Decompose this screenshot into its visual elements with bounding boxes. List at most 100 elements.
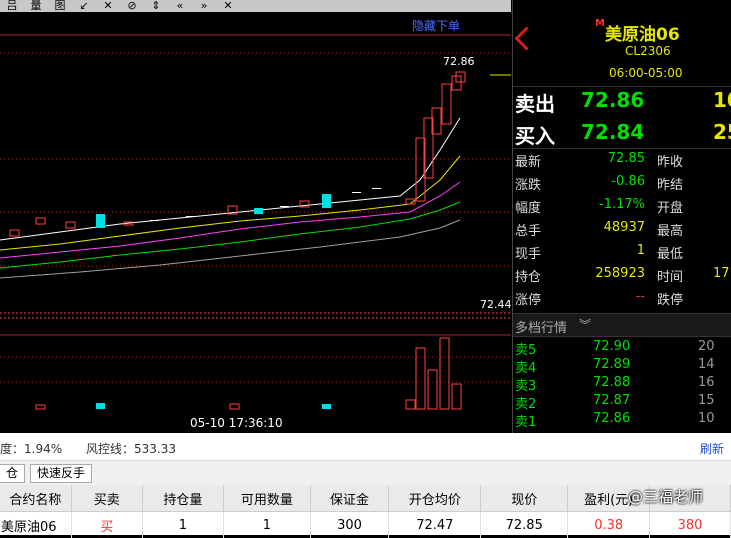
volume-bar: [428, 370, 437, 409]
depth-qty: 15: [698, 393, 715, 408]
toolbar-item[interactable]: 量: [24, 0, 48, 12]
depth-qty: 10: [698, 411, 715, 426]
toolbar-item[interactable]: 图: [48, 0, 72, 12]
cell-avg: 72.47: [389, 512, 481, 538]
candle: [254, 208, 263, 214]
volume-bar: [452, 384, 461, 409]
volume-time-label: 05-10 17:36:10: [190, 416, 283, 430]
toolbar-item[interactable]: 吕: [0, 0, 24, 12]
column-header[interactable]: 买卖: [71, 485, 142, 512]
stat-label: 总手: [515, 220, 541, 239]
risk-degree: 度：1.94%: [0, 440, 62, 457]
cell-pnl: 0.38: [568, 512, 650, 538]
toolbar-item[interactable]: «: [168, 0, 192, 12]
back-arrow-icon[interactable]: [514, 26, 538, 50]
depth-label: 卖4: [515, 357, 536, 376]
depth-label: 卖5: [515, 339, 536, 358]
cell-name: 美原油06: [0, 512, 71, 538]
toolbar-item[interactable]: ⇕: [144, 0, 168, 12]
depth-qty: 14: [698, 357, 715, 372]
stat-label: 昨结: [657, 174, 683, 193]
ma-line-yellow: [0, 156, 460, 250]
stat-value: 258923: [583, 266, 645, 281]
ma-line-magenta: [0, 182, 460, 258]
toolbar-item[interactable]: ✕: [216, 0, 240, 12]
depth-label: 卖3: [515, 375, 536, 394]
toolbar-item[interactable]: »: [192, 0, 216, 12]
candle: [442, 84, 451, 124]
expand-chevron-icon[interactable]: ︾: [579, 316, 591, 333]
close-position-button[interactable]: 仓: [0, 464, 25, 483]
column-header[interactable]: 保证金: [310, 485, 389, 512]
table-row[interactable]: 美原油06 买 1 1 300 72.47 72.85 0.38 380: [0, 512, 731, 538]
action-bar: 仓 快速反手: [0, 460, 731, 486]
candle: [10, 230, 19, 236]
depth-label: 卖2: [515, 393, 536, 412]
candle: [96, 214, 105, 228]
buy-label: 买入: [515, 120, 555, 149]
toolbar-item[interactable]: ⊘: [120, 0, 144, 12]
kline-svg: [0, 0, 511, 433]
volume-bar: [36, 405, 45, 409]
stat-extra: 17: [713, 266, 730, 281]
candle: [186, 216, 195, 217]
stat-label: 涨停: [515, 289, 541, 308]
position-panel: 度：1.94% 风控线：533.33 刷新 仓 快速反手 合约名称 买卖 持仓量…: [0, 433, 731, 535]
risk-line: 风控线：533.33: [86, 440, 176, 457]
toolbar-item[interactable]: ↙: [72, 0, 96, 12]
stat-value: 1: [583, 243, 645, 258]
stat-label: 涨跌: [515, 174, 541, 193]
kline-chart[interactable]: 吕量图↙✕⊘⇕«»✕ 隐藏下单 72.86 72.44 05-10 17:36:…: [0, 0, 511, 433]
candle: [36, 218, 45, 224]
column-header[interactable]: 可用数量: [224, 485, 310, 512]
toolbar-item[interactable]: ✕: [96, 0, 120, 12]
sell-qty: 10: [713, 88, 731, 112]
sell-price[interactable]: 72.86: [581, 88, 644, 112]
stat-value: -1.17%: [583, 197, 645, 212]
depth-header[interactable]: 多档行情 ︾: [513, 313, 731, 337]
stat-label: 时间: [657, 266, 683, 285]
cell-margin: 300: [310, 512, 389, 538]
refresh-link[interactable]: 刷新: [700, 440, 724, 457]
contract-name: 美原油06: [605, 20, 680, 45]
buy-price[interactable]: 72.84: [581, 120, 644, 144]
stat-label: 昨收: [657, 151, 683, 170]
low-price-label: 72.44: [480, 298, 512, 311]
candle: [372, 188, 381, 189]
stat-label: 幅度: [515, 197, 541, 216]
depth-price[interactable]: 72.89: [593, 357, 630, 372]
candle: [352, 192, 361, 193]
depth-price[interactable]: 72.90: [593, 339, 630, 354]
depth-qty: 16: [698, 375, 715, 390]
buy-qty: 25: [713, 120, 731, 144]
column-header[interactable]: 合约名称: [0, 485, 71, 512]
depth-qty: 20: [698, 339, 715, 354]
stat-value: --: [583, 289, 645, 304]
volume-bar: [230, 404, 239, 409]
column-header[interactable]: 开仓均价: [389, 485, 481, 512]
quote-panel: M 美原油06 CL2306 06:00-05:00 卖出 72.86 10 买…: [512, 0, 731, 433]
stat-label: 开盘: [657, 197, 683, 216]
sell-label: 卖出: [515, 88, 555, 117]
contract-code: CL2306: [625, 44, 671, 58]
hide-order-link[interactable]: 隐藏下单: [412, 17, 460, 34]
stat-label: 现手: [515, 243, 541, 262]
quick-reverse-button[interactable]: 快速反手: [30, 464, 92, 483]
depth-price[interactable]: 72.86: [593, 411, 630, 426]
column-header[interactable]: 持仓量: [142, 485, 224, 512]
stat-value: 72.85: [583, 151, 645, 166]
positions-table: 合约名称 买卖 持仓量 可用数量 保证金 开仓均价 现价 盈利(元) 美原油06…: [0, 485, 731, 538]
depth-price[interactable]: 72.88: [593, 375, 630, 390]
stat-value: -0.86: [583, 174, 645, 189]
chart-toolbar[interactable]: 吕量图↙✕⊘⇕«»✕: [0, 0, 511, 12]
column-header[interactable]: 现价: [481, 485, 568, 512]
candle: [66, 222, 75, 228]
stat-label: 最新: [515, 151, 541, 170]
divider: [513, 148, 731, 149]
table-header: 合约名称 买卖 持仓量 可用数量 保证金 开仓均价 现价 盈利(元): [0, 485, 731, 512]
market-flag: M: [595, 18, 605, 29]
depth-price[interactable]: 72.87: [593, 393, 630, 408]
candle: [150, 220, 159, 221]
candle: [280, 206, 289, 207]
volume-bar: [96, 403, 105, 409]
